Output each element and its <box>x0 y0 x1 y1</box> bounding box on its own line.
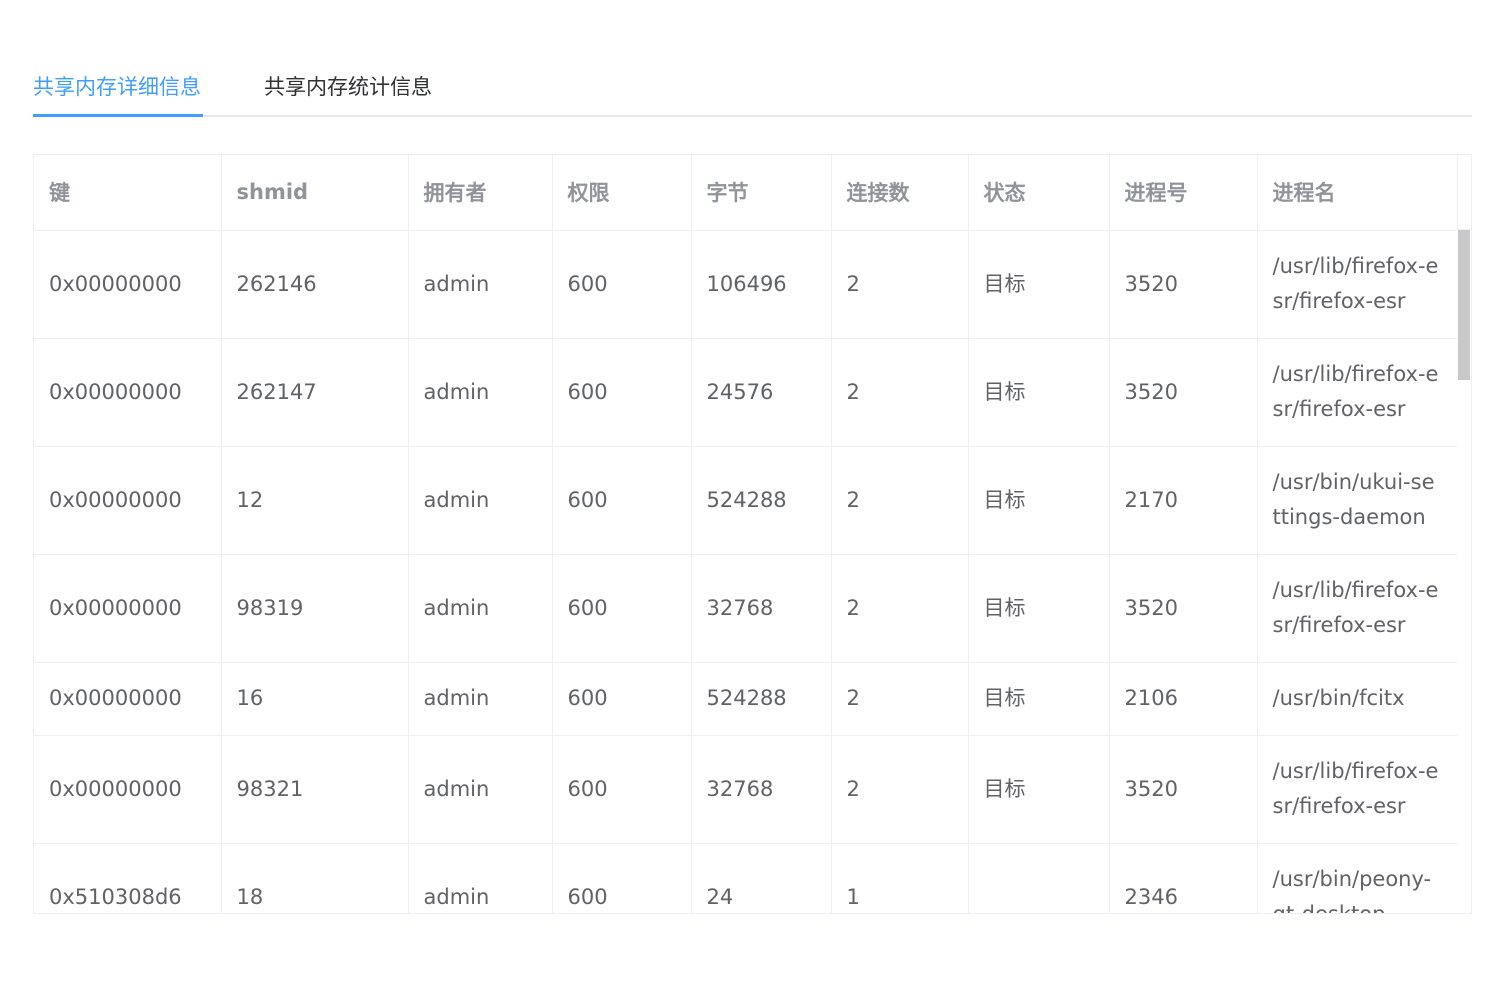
cell-nattch: 2 <box>831 662 969 736</box>
cell-bytes: 24 <box>691 843 832 913</box>
cell-owner: admin <box>408 662 553 736</box>
cell-key: 0x00000000 <box>34 446 222 555</box>
table-row[interactable]: 0x00000000 16 admin 600 524288 2 目标 2106… <box>34 662 1458 736</box>
column-header-perms[interactable]: 权限 <box>552 155 692 231</box>
tab-shm-details[interactable]: 共享内存详细信息 <box>33 72 201 102</box>
cell-pid: 3520 <box>1109 230 1258 339</box>
cell-shmid: 98321 <box>221 735 409 844</box>
cell-shmid: 16 <box>221 662 409 736</box>
cell-owner: admin <box>408 554 553 663</box>
cell-shmid: 262146 <box>221 230 409 339</box>
column-header-key[interactable]: 键 <box>34 155 222 231</box>
cell-shmid: 18 <box>221 843 409 913</box>
cell-perms: 600 <box>552 230 692 339</box>
cell-key: 0x510308d6 <box>34 843 222 913</box>
tab-shm-stats[interactable]: 共享内存统计信息 <box>264 72 432 102</box>
table-row[interactable]: 0x00000000 262147 admin 600 24576 2 目标 3… <box>34 338 1458 447</box>
column-header-owner[interactable]: 拥有者 <box>408 155 553 231</box>
cell-bytes: 524288 <box>691 662 832 736</box>
cell-bytes: 32768 <box>691 554 832 663</box>
cell-owner: admin <box>408 446 553 555</box>
column-header-shmid[interactable]: shmid <box>221 155 409 231</box>
table-row[interactable]: 0x510308d6 18 admin 600 24 1 2346 /usr/b… <box>34 843 1458 913</box>
cell-process: /usr/lib/firefox-esr/firefox-esr <box>1257 735 1458 844</box>
cell-owner: admin <box>408 338 553 447</box>
cell-status: 目标 <box>968 446 1110 555</box>
cell-status: 目标 <box>968 735 1110 844</box>
tab-bar: 共享内存详细信息 共享内存统计信息 <box>33 58 1472 117</box>
cell-process: /usr/lib/firefox-esr/firefox-esr <box>1257 554 1458 663</box>
table-header-row: 键 shmid 拥有者 权限 字节 连接数 状态 进程号 进程名 <box>34 155 1458 231</box>
cell-status: 目标 <box>968 554 1110 663</box>
cell-key: 0x00000000 <box>34 662 222 736</box>
column-header-process[interactable]: 进程名 <box>1257 155 1458 231</box>
cell-key: 0x00000000 <box>34 735 222 844</box>
cell-status: 目标 <box>968 230 1110 339</box>
cell-pid: 2170 <box>1109 446 1258 555</box>
cell-process: /usr/lib/firefox-esr/firefox-esr <box>1257 230 1458 339</box>
cell-pid: 3520 <box>1109 554 1258 663</box>
table-row[interactable]: 0x00000000 98319 admin 600 32768 2 目标 35… <box>34 554 1458 663</box>
cell-bytes: 106496 <box>691 230 832 339</box>
cell-process: /usr/bin/ukui-settings-daemon <box>1257 446 1458 555</box>
cell-pid: 3520 <box>1109 338 1258 447</box>
cell-perms: 600 <box>552 843 692 913</box>
cell-nattch: 2 <box>831 735 969 844</box>
cell-nattch: 2 <box>831 554 969 663</box>
cell-perms: 600 <box>552 446 692 555</box>
cell-owner: admin <box>408 230 553 339</box>
active-tab-indicator <box>33 114 203 117</box>
cell-shmid: 12 <box>221 446 409 555</box>
cell-process: /usr/bin/fcitx <box>1257 662 1458 736</box>
cell-perms: 600 <box>552 554 692 663</box>
cell-nattch: 2 <box>831 338 969 447</box>
cell-process: /usr/lib/firefox-esr/firefox-esr <box>1257 338 1458 447</box>
cell-pid: 3520 <box>1109 735 1258 844</box>
cell-bytes: 524288 <box>691 446 832 555</box>
cell-owner: admin <box>408 735 553 844</box>
column-header-pid[interactable]: 进程号 <box>1109 155 1258 231</box>
cell-process: /usr/bin/peony-qt-desktop <box>1257 843 1458 913</box>
column-header-nattch[interactable]: 连接数 <box>831 155 969 231</box>
tab-shm-stats-label: 共享内存统计信息 <box>264 75 432 99</box>
cell-key: 0x00000000 <box>34 230 222 339</box>
cell-status: 目标 <box>968 338 1110 447</box>
cell-perms: 600 <box>552 662 692 736</box>
cell-perms: 600 <box>552 338 692 447</box>
cell-pid: 2106 <box>1109 662 1258 736</box>
cell-nattch: 1 <box>831 843 969 913</box>
shm-table-container: 键 shmid 拥有者 权限 字节 连接数 状态 进程号 进程名 0x00000… <box>33 154 1472 914</box>
cell-nattch: 2 <box>831 230 969 339</box>
cell-owner: admin <box>408 843 553 913</box>
column-header-bytes[interactable]: 字节 <box>691 155 832 231</box>
shm-table: 键 shmid 拥有者 权限 字节 连接数 状态 进程号 进程名 0x00000… <box>34 155 1458 913</box>
table-row[interactable]: 0x00000000 98321 admin 600 32768 2 目标 35… <box>34 735 1458 844</box>
cell-status: 目标 <box>968 662 1110 736</box>
cell-shmid: 98319 <box>221 554 409 663</box>
tab-shm-details-label: 共享内存详细信息 <box>33 75 201 99</box>
cell-pid: 2346 <box>1109 843 1258 913</box>
cell-key: 0x00000000 <box>34 338 222 447</box>
scrollbar-header-gutter <box>1457 155 1471 230</box>
cell-status <box>968 843 1110 913</box>
vertical-scrollbar[interactable] <box>1457 230 1471 913</box>
table-row[interactable]: 0x00000000 12 admin 600 524288 2 目标 2170… <box>34 446 1458 555</box>
cell-bytes: 24576 <box>691 338 832 447</box>
scrollbar-thumb[interactable] <box>1458 230 1470 380</box>
column-header-status[interactable]: 状态 <box>968 155 1110 231</box>
table-row[interactable]: 0x00000000 262146 admin 600 106496 2 目标 … <box>34 230 1458 339</box>
cell-bytes: 32768 <box>691 735 832 844</box>
cell-shmid: 262147 <box>221 338 409 447</box>
cell-nattch: 2 <box>831 446 969 555</box>
cell-key: 0x00000000 <box>34 554 222 663</box>
cell-perms: 600 <box>552 735 692 844</box>
